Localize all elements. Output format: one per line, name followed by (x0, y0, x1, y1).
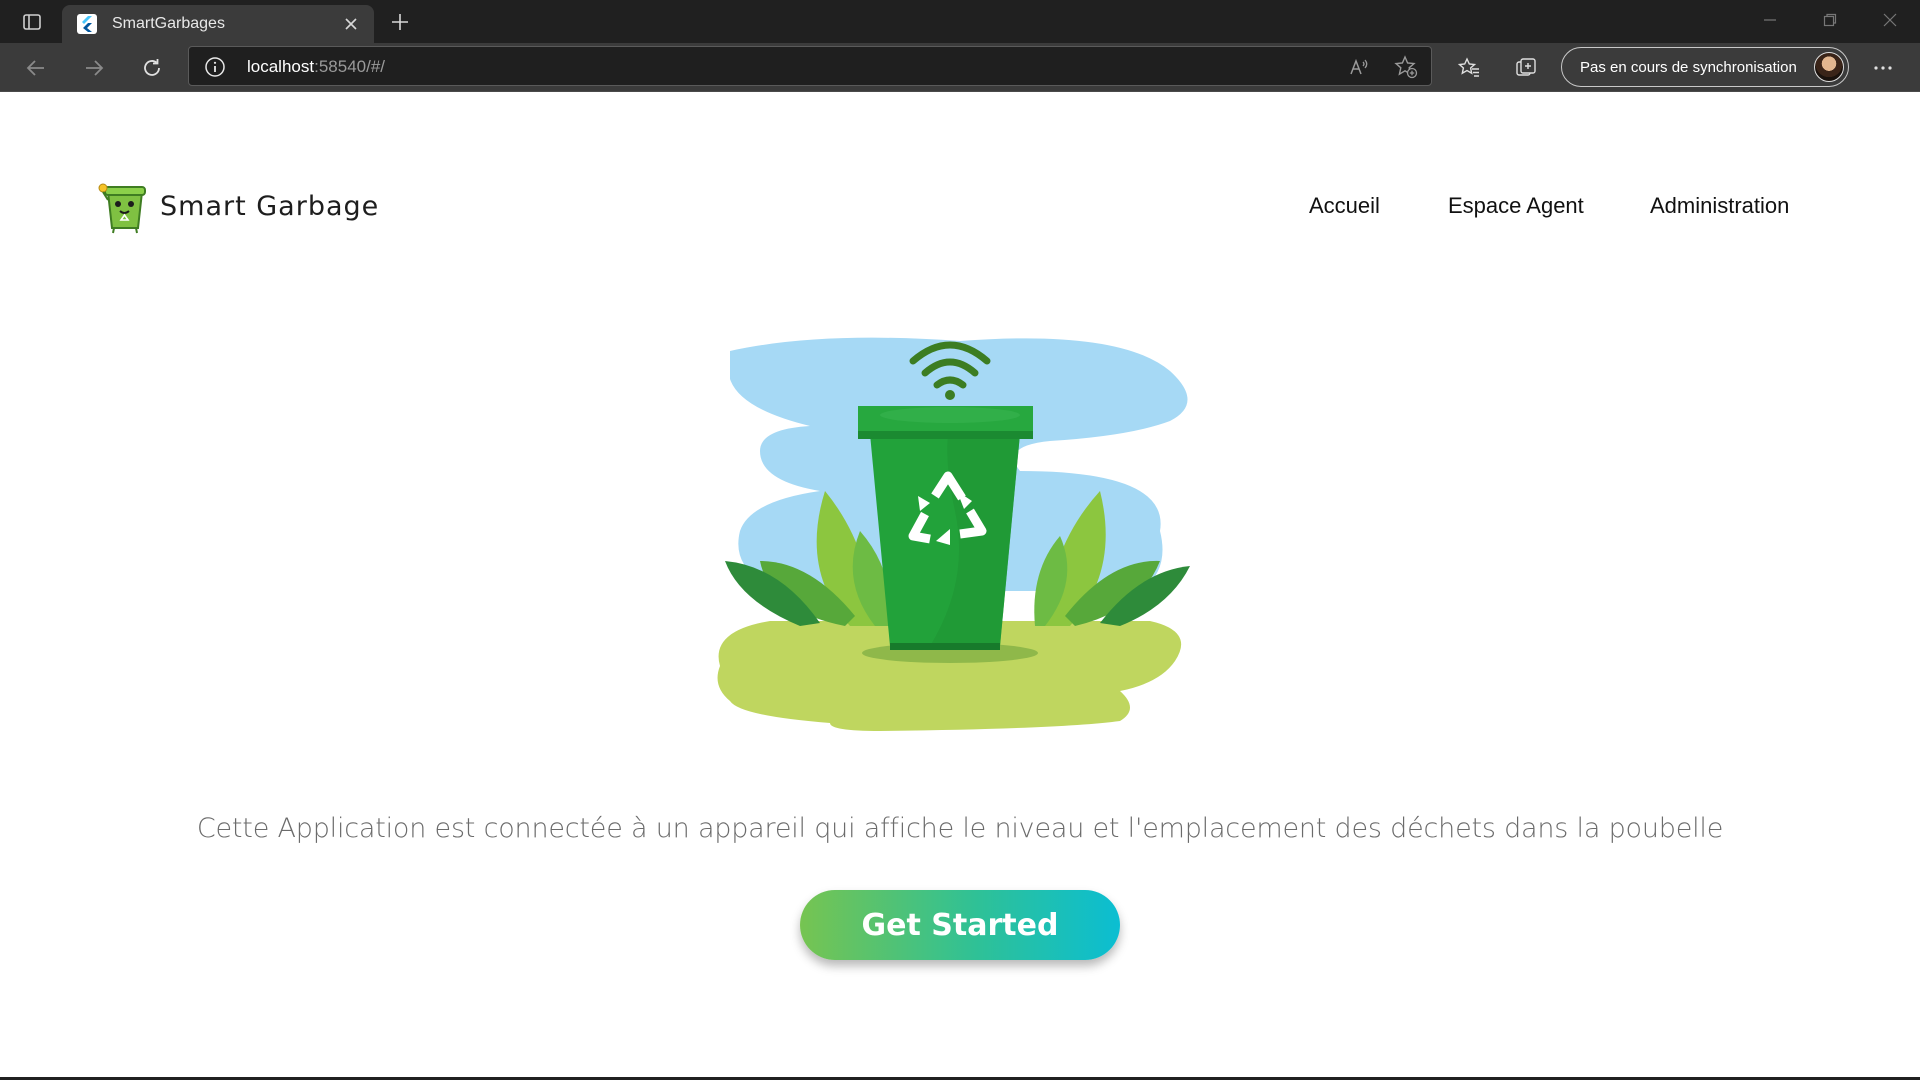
garbage-mascot-logo-icon (98, 183, 146, 234)
tab-actions-icon[interactable] (14, 8, 50, 36)
brand[interactable]: Smart Garbage (96, 178, 379, 234)
read-aloud-icon[interactable] (1345, 53, 1373, 81)
brand-name: Smart Garbage (160, 190, 380, 222)
url-path: :58540/#/ (314, 57, 386, 76)
app-description: Cette Application est connectée à un app… (196, 813, 1724, 844)
forward-icon[interactable] (75, 49, 113, 87)
nav-accueil[interactable]: Accueil (1309, 193, 1380, 219)
nav-administration[interactable]: Administration (1650, 193, 1789, 219)
restore-icon[interactable] (1800, 0, 1860, 40)
tab-close-icon[interactable] (336, 9, 366, 39)
browser-toolbar: localhost:58540/#/ Pas en cours de synch… (0, 43, 1920, 92)
refresh-icon[interactable] (133, 49, 171, 87)
site-info-icon[interactable] (203, 55, 227, 79)
tab-title: SmartGarbages (112, 15, 225, 32)
page-content: Smart Garbage Accueil Espace Agent Admin… (0, 93, 1920, 1080)
profile-sync-button[interactable]: Pas en cours de synchronisation (1561, 47, 1849, 87)
browser-tabbar: SmartGarbages (0, 0, 1920, 43)
collections-icon[interactable] (1507, 49, 1545, 87)
profile-avatar (1814, 52, 1844, 82)
get-started-button[interactable]: Get Started (800, 890, 1120, 960)
new-tab-icon[interactable] (384, 6, 416, 38)
url-host: localhost (247, 57, 315, 76)
browser-tab[interactable]: SmartGarbages (62, 5, 374, 43)
minimize-icon[interactable] (1740, 0, 1800, 40)
address-bar[interactable]: localhost:58540/#/ (188, 46, 1432, 86)
flutter-favicon-icon (76, 13, 98, 35)
nav-espace-agent[interactable]: Espace Agent (1448, 193, 1584, 219)
back-icon[interactable] (17, 49, 55, 87)
url-text[interactable]: localhost:58540/#/ (247, 57, 385, 77)
more-options-icon[interactable] (1864, 49, 1902, 87)
add-favorite-icon[interactable] (1392, 53, 1420, 81)
smart-bin-illustration (717, 337, 1190, 731)
favorites-icon[interactable] (1450, 49, 1488, 87)
window-close-icon[interactable] (1860, 0, 1920, 40)
sync-status-label: Pas en cours de synchronisation (1580, 58, 1797, 76)
